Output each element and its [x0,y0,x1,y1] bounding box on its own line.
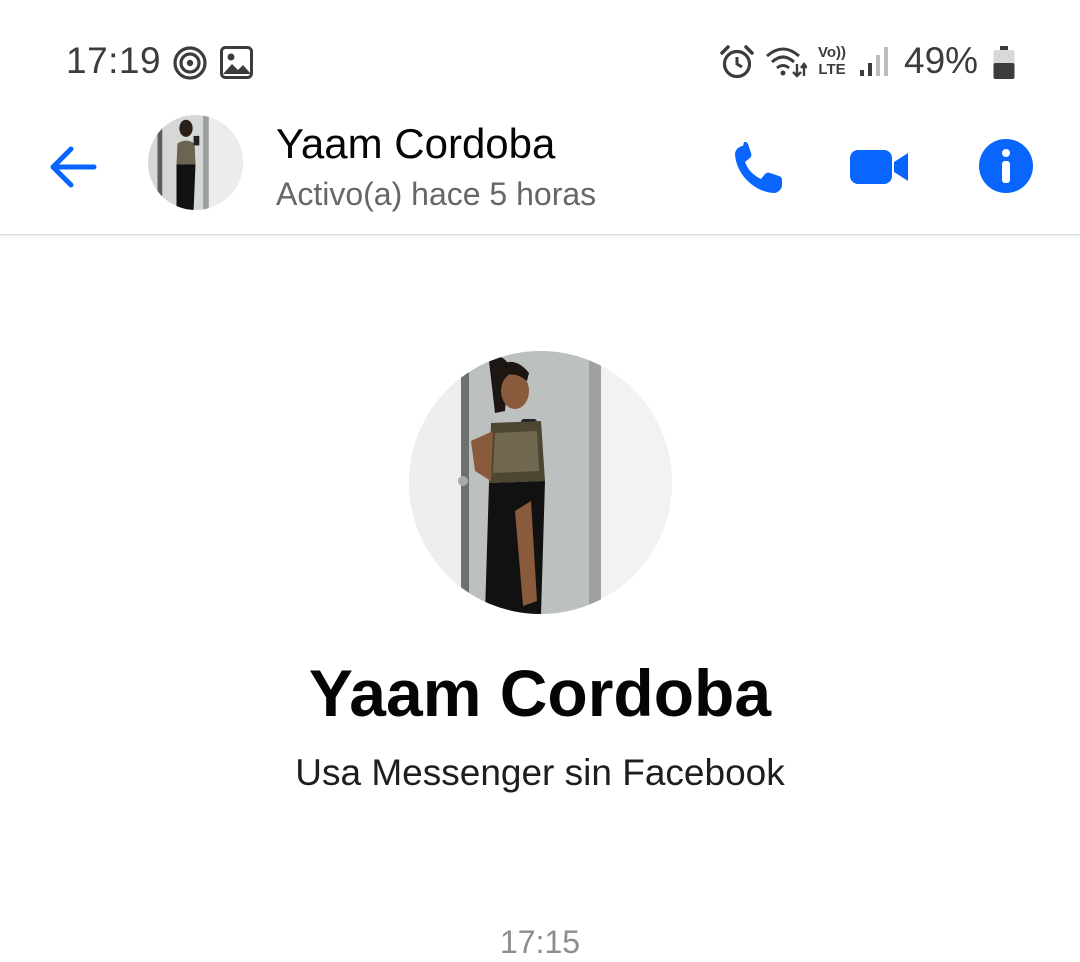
focus-icon [173,46,207,80]
info-button[interactable] [974,134,1038,198]
signal-icon [860,47,888,76]
status-bar: 17:19 Vo)) LTE 49% [0,0,1080,110]
volte-label-bottom: LTE [818,61,846,78]
header-contact-name[interactable]: Yaam Cordoba [276,120,555,168]
volte-icon: Vo)) LTE [814,44,850,78]
voice-call-button[interactable] [722,134,786,198]
profile-avatar[interactable] [409,351,672,614]
wifi-icon [766,47,807,78]
contact-avatar[interactable] [148,115,243,210]
battery-percentage: 49% [904,40,979,81]
message-timestamp: 17:15 [499,924,581,960]
profile-subtitle: Usa Messenger sin Facebook [295,752,785,793]
chat-header: Yaam Cordoba Activo(a) hace 5 horas [0,110,1080,235]
back-button[interactable] [44,136,106,198]
header-active-status: Activo(a) hace 5 horas [276,176,597,212]
video-call-button[interactable] [846,134,910,198]
alarm-icon [720,45,754,79]
battery-icon [993,46,1015,79]
volte-label-top: Vo)) [817,44,847,61]
status-time: 17:19 [66,40,162,81]
back-arrow-icon [50,146,97,188]
avatar-photo [148,115,243,210]
info-icon [979,139,1033,193]
video-camera-icon [850,150,908,184]
profile-name: Yaam Cordoba [308,656,772,730]
profile-photo [409,351,672,614]
image-icon [220,46,253,79]
phone-icon [735,142,782,193]
